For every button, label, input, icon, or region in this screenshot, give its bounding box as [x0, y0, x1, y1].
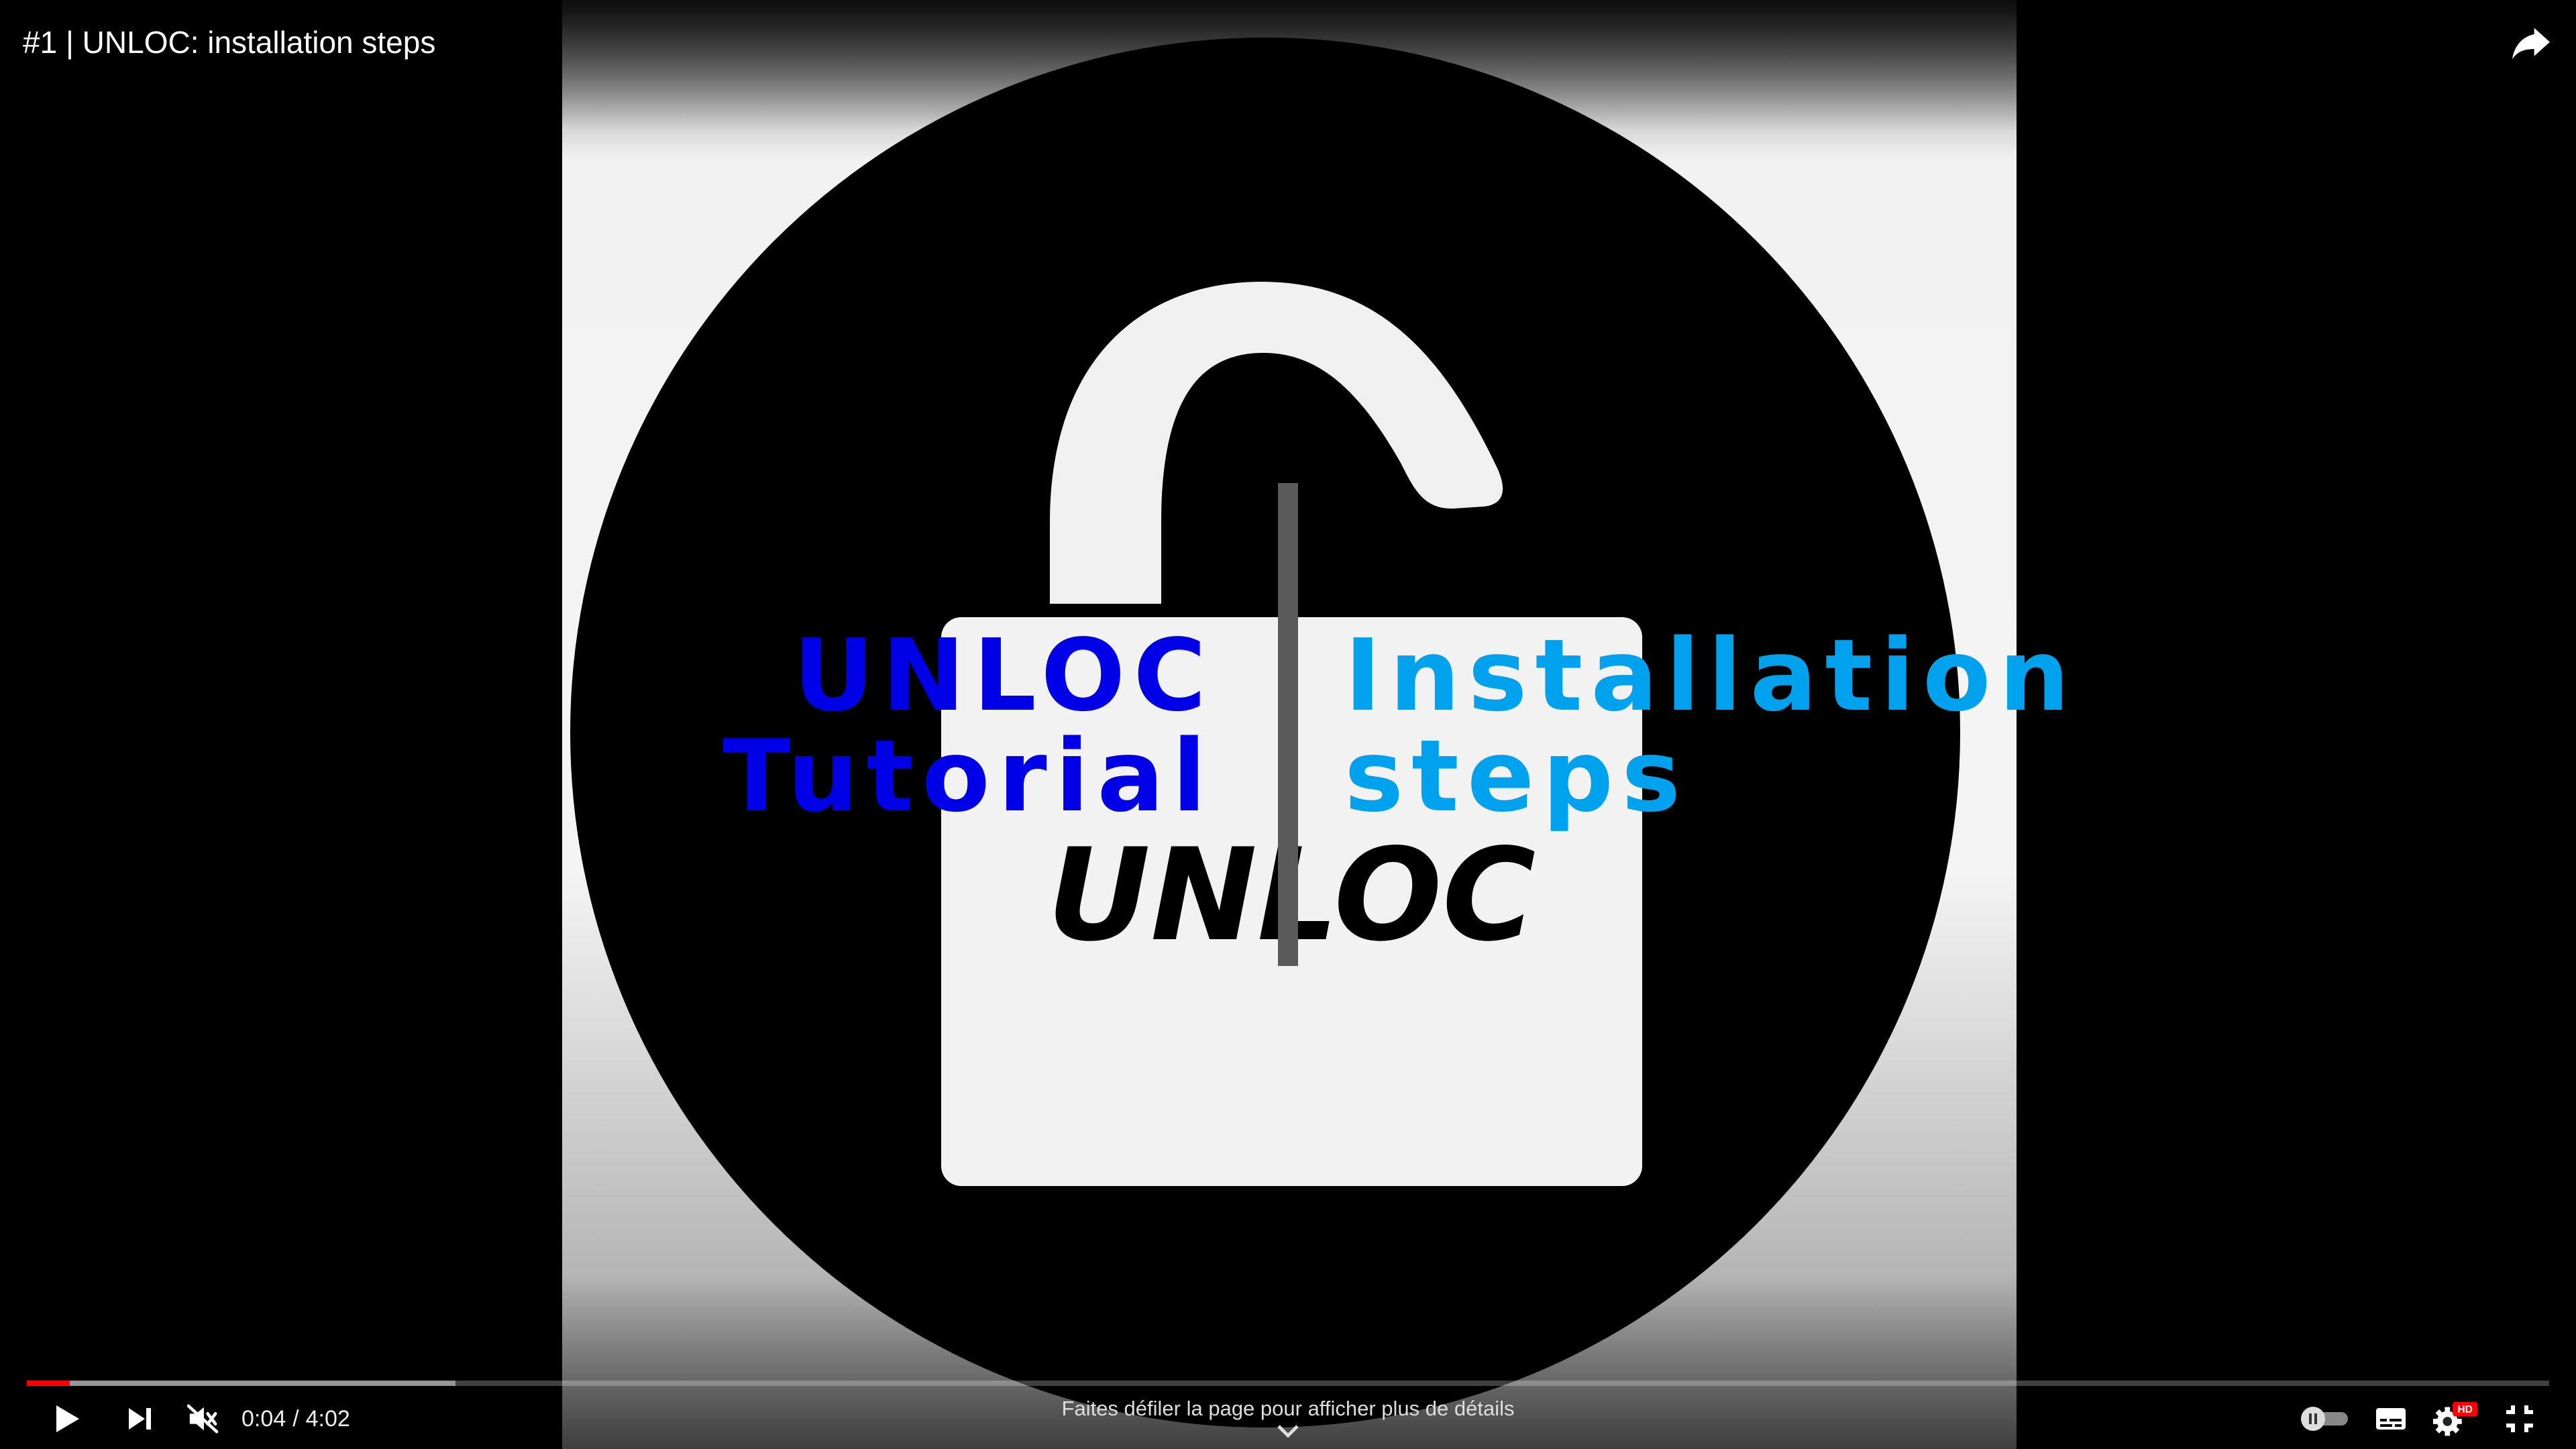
video-player[interactable]: UNLOC UNLOC Tutorial Installation steps … — [0, 0, 2576, 1449]
settings-button[interactable]: HD — [2423, 1389, 2487, 1449]
share-button[interactable] — [2506, 19, 2556, 68]
next-button[interactable] — [107, 1389, 172, 1449]
overlay-right-line1: Installation — [1344, 618, 2078, 733]
mute-button[interactable] — [170, 1389, 235, 1449]
duration: 4:02 — [305, 1405, 350, 1432]
autoplay-toggle-icon — [2301, 1407, 2348, 1431]
overlay-divider — [1278, 483, 1298, 966]
time-separator: / — [292, 1405, 299, 1432]
volume-muted-icon — [187, 1404, 218, 1434]
overlay-right-line2: steps — [1344, 718, 1689, 834]
chevron-down-icon — [1277, 1425, 1299, 1438]
overlay-left-text: UNLOC Tutorial — [722, 625, 1214, 826]
overlay-left-line2: Tutorial — [722, 718, 1214, 834]
progress-played — [27, 1381, 70, 1386]
play-button[interactable] — [35, 1389, 99, 1449]
share-icon — [2512, 28, 2550, 60]
scroll-hint[interactable]: Faites défiler la page pour afficher plu… — [953, 1395, 1623, 1440]
time-display: 0:04 / 4:02 — [241, 1389, 357, 1449]
overlay-left-line1: UNLOC — [793, 618, 1214, 733]
gear-icon: HD — [2432, 1401, 2478, 1436]
exit-fullscreen-icon — [2506, 1405, 2533, 1432]
next-icon — [129, 1408, 151, 1430]
progress-loaded — [27, 1381, 456, 1386]
autoplay-toggle[interactable] — [2293, 1389, 2357, 1449]
video-title[interactable]: #1 | UNLOC: installation steps — [23, 20, 435, 64]
exit-fullscreen-button[interactable] — [2487, 1389, 2552, 1449]
current-time: 0:04 — [241, 1405, 286, 1432]
subtitles-icon — [2376, 1408, 2406, 1430]
subtitles-button[interactable] — [2359, 1389, 2423, 1449]
play-icon — [56, 1405, 79, 1432]
scroll-hint-text: Faites défiler la page pour afficher plu… — [1061, 1397, 1515, 1420]
hd-badge: HD — [2457, 1404, 2472, 1415]
overlay-right-text: Installation steps — [1344, 625, 2078, 826]
progress-bar[interactable] — [27, 1381, 2549, 1386]
